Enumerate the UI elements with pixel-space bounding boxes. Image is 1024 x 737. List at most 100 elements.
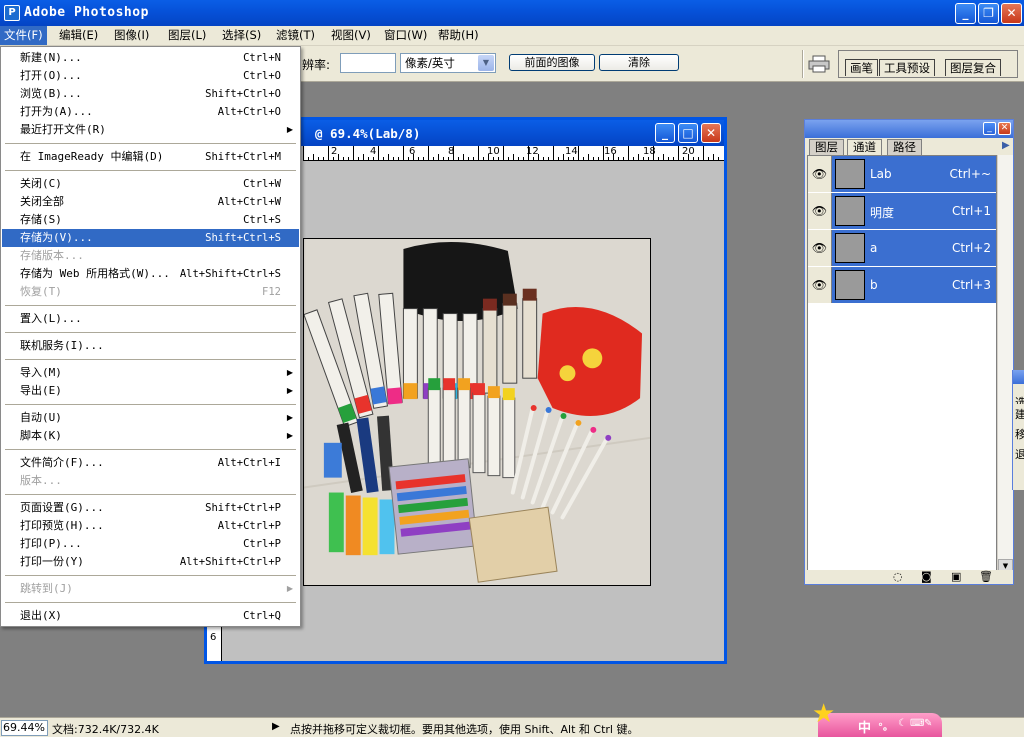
status-menu-arrow-icon[interactable]: ▶ [272, 721, 280, 732]
channel-row[interactable]: 👁 明度 Ctrl+1 [808, 193, 996, 230]
vertical-ruler-label: 6 [210, 632, 217, 643]
file-menu-item[interactable]: 存储(S) Ctrl+S [2, 211, 299, 229]
channel-thumbnail [835, 270, 865, 300]
file-menu-item[interactable]: 存储为 Web 所用格式(W)... Alt+Shift+Ctrl+S [2, 265, 299, 283]
file-menu-item[interactable]: 关闭全部 Alt+Ctrl+W [2, 193, 299, 211]
menu-image[interactable]: 图像(I) [110, 26, 153, 45]
trash-icon[interactable]: 🗑 [979, 570, 993, 583]
palette-well-tab[interactable]: 工具预设 [879, 59, 935, 76]
keyboard-icon[interactable]: ⌨ [910, 718, 924, 729]
menu-view[interactable]: 视图(V) [327, 26, 375, 45]
chevron-down-icon[interactable]: ▼ [478, 55, 494, 71]
file-menu-item[interactable]: 打印一份(Y) Alt+Shift+Ctrl+P [2, 553, 299, 571]
ruler-tick [663, 154, 664, 160]
file-menu-item[interactable]: 文件简介(F)... Alt+Ctrl+I [2, 454, 299, 472]
menu-filter[interactable]: 滤镜(T) [272, 26, 319, 45]
palette-well-tab[interactable]: 图层复合 [945, 59, 1001, 76]
ruler-label: 2 [331, 146, 338, 157]
file-menu-item[interactable]: 打开(O)... Ctrl+O [2, 67, 299, 85]
file-menu-item[interactable]: 联机服务(I)... [2, 337, 299, 355]
palette-tab[interactable]: 路径 [887, 139, 922, 155]
menu-separator [5, 575, 296, 576]
unit-select[interactable]: 像素/英寸 ▼ [400, 53, 496, 73]
ruler-tick [498, 157, 499, 160]
file-menu-item[interactable]: 打印(P)... Ctrl+P [2, 535, 299, 553]
clear-button[interactable]: 清除 [599, 54, 679, 71]
doc-close-button[interactable]: ✕ [701, 123, 721, 143]
file-menu-item[interactable]: 存储为(V)... Shift+Ctrl+S [2, 229, 299, 247]
file-menu-item[interactable]: 浏览(B)... Shift+Ctrl+O [2, 85, 299, 103]
file-menu-item[interactable]: 退出(X) Ctrl+Q [2, 607, 299, 625]
front-image-button[interactable]: 前面的图像 [509, 54, 595, 71]
palette-minimize-button[interactable]: _ [983, 122, 996, 135]
file-menu-item[interactable]: 最近打开文件(R) ▶ [2, 121, 299, 139]
doc-maximize-button[interactable]: □ [678, 123, 698, 143]
channel-row[interactable]: 👁 Lab Ctrl+~ [808, 156, 996, 193]
ime-toolbar[interactable]: ★ 中 °。 ☾ ⌨ ✎ [812, 699, 942, 737]
eye-icon[interactable]: 👁 [808, 230, 832, 266]
menu-window[interactable]: 窗口(W) [380, 26, 431, 45]
ruler-tick [588, 154, 589, 160]
file-menu-item[interactable]: 打印预览(H)... Alt+Ctrl+P [2, 517, 299, 535]
file-menu-item[interactable]: 导出(E) ▶ [2, 382, 299, 400]
menu-item-label: 版本... [20, 474, 62, 487]
ruler-tick [668, 157, 669, 160]
ruler-tick [408, 157, 409, 160]
save-selection-icon[interactable]: ◙ [921, 570, 932, 583]
channel-name: Lab [870, 167, 892, 181]
menu-layer[interactable]: 图层(L) [164, 26, 210, 45]
eye-icon[interactable]: 👁 [808, 267, 832, 303]
submenu-arrow-icon: ▶ [286, 368, 293, 377]
file-menu-item[interactable]: 页面设置(G)... Shift+Ctrl+P [2, 499, 299, 517]
new-channel-icon[interactable]: ▣ [951, 570, 961, 583]
document-size[interactable]: 文档:732.4K/732.4K [52, 721, 159, 737]
palette-close-button[interactable]: ✕ [998, 122, 1011, 135]
channel-row[interactable]: 👁 a Ctrl+2 [808, 230, 996, 267]
palette-well-tab[interactable]: 画笔 [845, 59, 878, 76]
moon-icon[interactable]: ☾ [898, 718, 907, 729]
ruler-tick [478, 146, 479, 160]
file-menu-item[interactable]: 自动(U) ▶ [2, 409, 299, 427]
ruler-tick [643, 157, 644, 160]
eye-icon[interactable]: 👁 [808, 156, 832, 192]
minimize-button[interactable]: _ [955, 3, 976, 24]
palette-tab[interactable]: 通道 [847, 139, 882, 155]
load-selection-icon[interactable]: ◌ [893, 570, 903, 583]
zoom-field[interactable]: 69.44% [1, 720, 48, 736]
horizontal-ruler: 2 4 6 8 10 12 14 16 18 20 [303, 146, 724, 161]
file-menu-item[interactable]: 导入(M) ▶ [2, 364, 299, 382]
channel-row[interactable]: 👁 b Ctrl+3 [808, 267, 996, 304]
canvas-area[interactable] [303, 161, 724, 661]
file-menu-item[interactable]: 置入(L)... [2, 310, 299, 328]
menu-help[interactable]: 帮助(H) [434, 26, 483, 45]
file-menu-item[interactable]: 在 ImageReady 中编辑(D) Shift+Ctrl+M [2, 148, 299, 166]
resolution-input[interactable] [340, 53, 396, 73]
file-menu-item[interactable]: 脚本(K) ▶ [2, 427, 299, 445]
channel-thumbnail [835, 196, 865, 226]
ruler-tick [423, 157, 424, 160]
channels-scrollbar[interactable]: ▼ [997, 155, 1013, 573]
ruler-tick [508, 157, 509, 160]
photo-markers-image [303, 238, 651, 586]
ime-settings-icon[interactable]: ✎ [924, 718, 932, 729]
close-button[interactable]: ✕ [1001, 3, 1022, 24]
eye-icon[interactable]: 👁 [808, 193, 832, 229]
file-menu-item[interactable]: 新建(N)... Ctrl+N [2, 49, 299, 67]
palette-menu-arrow-icon[interactable]: ▶ [1002, 140, 1010, 151]
menu-file[interactable]: 文件(F) [0, 26, 47, 45]
doc-minimize-button[interactable]: _ [655, 123, 675, 143]
palette-title-bar[interactable]: _ ✕ [805, 120, 1013, 138]
palette-tab[interactable]: 图层 [809, 139, 844, 155]
printer-icon[interactable] [808, 55, 830, 73]
ime-mode-label[interactable]: 中 [858, 717, 871, 736]
file-menu-item[interactable]: 关闭(C) Ctrl+W [2, 175, 299, 193]
partial-panel-glyph: 移 [1015, 428, 1024, 441]
menu-item-shortcut: Ctrl+Q [243, 610, 281, 622]
ruler-tick [333, 157, 334, 160]
restore-button[interactable]: ❐ [978, 3, 999, 24]
file-menu-item[interactable]: 打开为(A)... Alt+Ctrl+O [2, 103, 299, 121]
menu-edit[interactable]: 编辑(E) [55, 26, 102, 45]
ruler-label: 18 [643, 146, 656, 157]
ime-punctuation-icon[interactable]: °。 [878, 718, 893, 733]
menu-select[interactable]: 选择(S) [218, 26, 265, 45]
